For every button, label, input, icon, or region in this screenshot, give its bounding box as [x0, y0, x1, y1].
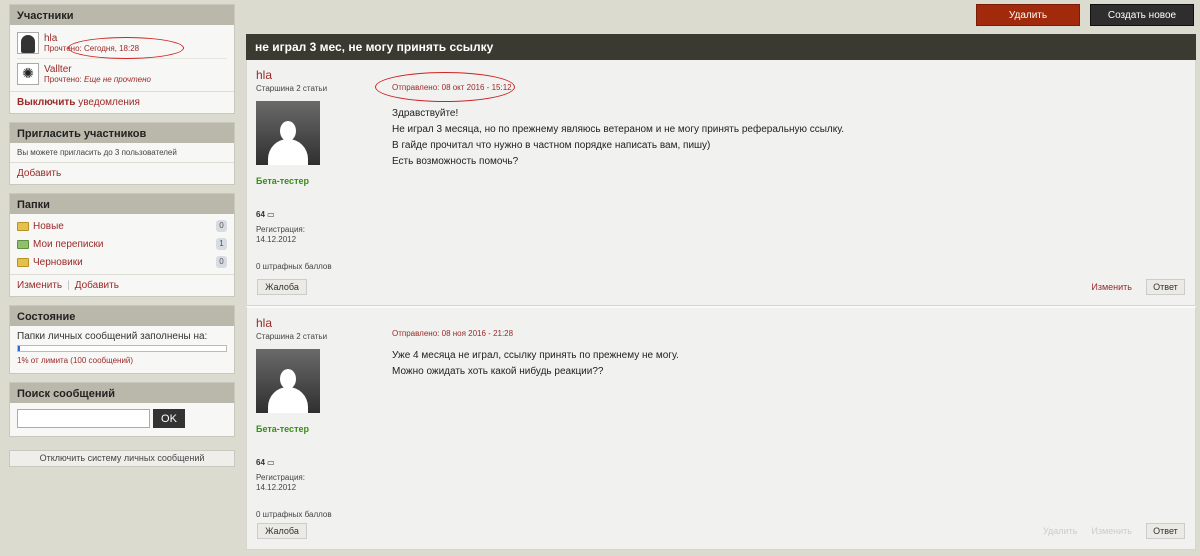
invite-box: Пригласить участников Вы можете пригласи…	[9, 122, 235, 185]
folder-icon	[17, 257, 29, 267]
author-warnings: 0 штрафных баллов	[256, 510, 332, 519]
user-silhouette-icon	[268, 115, 308, 165]
folder-new[interactable]: Новые 0	[17, 217, 227, 235]
post-timestamp: Отправлено: 08 ноя 2016 - 21:28	[392, 329, 514, 338]
delete-button[interactable]: Удалить	[976, 4, 1080, 26]
avatar	[17, 32, 39, 54]
author-registration: Регистрация: 14.12.2012	[256, 473, 305, 492]
member-status: Прочтено: Еще не прочтено	[44, 74, 151, 84]
page-title: не играл 3 мес, не могу принять ссылку	[246, 34, 1196, 60]
search-box: Поиск сообщений OK	[9, 382, 235, 437]
report-button[interactable]: Жалоба	[257, 279, 307, 295]
member-vallter[interactable]: ✺ Vallter Прочтено: Еще не прочтено	[17, 58, 227, 88]
folders-add-link[interactable]: Добавить	[75, 280, 119, 291]
invite-title: Пригласить участников	[10, 123, 234, 143]
post-body: Здравствуйте! Не играл 3 месяца, но по п…	[392, 108, 845, 167]
speech-bubble-icon: ▭	[267, 210, 275, 219]
folder-icon	[17, 239, 29, 249]
author-role: Бета-тестер	[256, 176, 309, 186]
progress-fill	[18, 346, 21, 351]
notifications-toggle[interactable]: Выключить уведомления	[10, 91, 234, 113]
folder-count: 0	[216, 256, 227, 268]
invite-text: Вы можете пригласить до 3 пользователей	[17, 148, 177, 157]
author-role: Бета-тестер	[256, 424, 309, 434]
folders-title: Папки	[10, 194, 234, 214]
disable-messages-button[interactable]: Отключить систему личных сообщений	[9, 450, 235, 467]
edit-link[interactable]: Изменить	[1091, 282, 1132, 292]
speech-bubble-icon: ▭	[267, 458, 275, 467]
post-author: hla Старшина 2 статьи Бета-тестер 64 ▭ Р…	[256, 68, 346, 271]
members-box: Участники hla Прочтено: Сегодня, 18:28 ✺…	[9, 4, 235, 114]
folders-box: Папки Новые 0 Мои переписки 1 Черновики …	[9, 193, 235, 297]
search-title: Поиск сообщений	[10, 383, 234, 403]
members-title: Участники	[10, 5, 234, 25]
folders-edit-link[interactable]: Изменить	[17, 280, 62, 291]
edit-link[interactable]: Изменить	[1091, 526, 1132, 536]
report-button[interactable]: Жалоба	[257, 523, 307, 539]
storage-usage: 1% от лимита (100 сообщений)	[17, 356, 134, 365]
post-actions: Удалить Изменить Ответ	[1043, 523, 1185, 539]
avatar[interactable]	[256, 349, 320, 413]
user-silhouette-icon	[268, 363, 308, 413]
author-name[interactable]: hla	[256, 316, 346, 330]
post-author: hla Старшина 2 статьи Бета-тестер 64 ▭ Р…	[256, 316, 346, 519]
author-registration: Регистрация: 14.12.2012	[256, 225, 305, 244]
folder-icon	[17, 221, 29, 231]
delete-link[interactable]: Удалить	[1043, 526, 1077, 536]
avatar[interactable]	[256, 101, 320, 165]
folder-my-conversations[interactable]: Мои переписки 1	[17, 235, 227, 253]
status-text: Папки личных сообщений заполнены на:	[17, 331, 208, 342]
post-body: Уже 4 месяца не играл, ссылку принять по…	[392, 350, 679, 377]
reply-button[interactable]: Ответ	[1146, 523, 1185, 539]
conversation: не играл 3 мес, не могу принять ссылку h…	[246, 34, 1196, 550]
sidebar: Участники hla Прочтено: Сегодня, 18:28 ✺…	[9, 4, 235, 467]
post-timestamp: Отправлено: 08 окт 2016 - 15:12	[392, 83, 512, 92]
folder-count: 1	[216, 238, 227, 250]
author-rank: Старшина 2 статьи	[256, 84, 328, 93]
author-message-count: 64 ▭	[256, 210, 275, 219]
member-name[interactable]: Vallter	[44, 64, 151, 75]
post-actions: Изменить Ответ	[1091, 279, 1185, 295]
status-title: Состояние	[10, 306, 234, 326]
search-ok-button[interactable]: OK	[153, 409, 185, 428]
author-name[interactable]: hla	[256, 68, 346, 82]
red-annotation-circle	[68, 37, 184, 59]
author-warnings: 0 штрафных баллов	[256, 262, 332, 271]
post: hla Старшина 2 статьи Бета-тестер 64 ▭ Р…	[246, 306, 1196, 550]
storage-progress-bar	[17, 345, 227, 352]
folders-actions: Изменить | Добавить	[10, 274, 234, 296]
reply-button[interactable]: Ответ	[1146, 279, 1185, 295]
author-rank: Старшина 2 статьи	[256, 332, 328, 341]
post: hla Старшина 2 статьи Бета-тестер 64 ▭ Р…	[246, 60, 1196, 306]
search-input[interactable]	[17, 409, 150, 428]
toolbar: Удалить Создать новое	[976, 4, 1194, 26]
status-box: Состояние Папки личных сообщений заполне…	[9, 305, 235, 374]
invite-add-link[interactable]: Добавить	[10, 162, 234, 184]
create-new-button[interactable]: Создать новое	[1090, 4, 1194, 26]
folder-drafts[interactable]: Черновики 0	[17, 253, 227, 271]
author-message-count: 64 ▭	[256, 458, 275, 467]
scorpion-avatar-icon: ✺	[17, 62, 39, 85]
folder-count: 0	[216, 220, 227, 232]
